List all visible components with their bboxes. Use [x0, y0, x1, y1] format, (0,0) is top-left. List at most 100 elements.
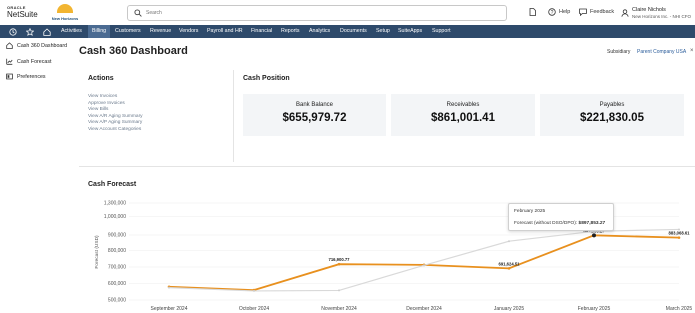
home-icon — [6, 42, 13, 49]
chart-icon — [6, 58, 13, 65]
main-navigation: Activities Billing Customers Revenue Ven… — [0, 25, 695, 38]
document-icon — [529, 8, 536, 16]
clear-subsidiary-button[interactable]: × — [690, 48, 694, 54]
x-tick-label: September 2024 — [151, 306, 188, 312]
company-logo: New Horizons — [48, 3, 82, 23]
kpi-label: Payables — [599, 102, 625, 108]
sun-icon — [57, 4, 73, 13]
kpi-value: $655,979.72 — [282, 112, 347, 124]
forecast-line — [168, 234, 680, 292]
nav-activities[interactable]: Activities — [57, 25, 86, 38]
favorites-button[interactable] — [21, 25, 38, 38]
x-tick-label: November 2024 — [321, 306, 357, 312]
nav-analytics[interactable]: Analytics — [305, 25, 334, 38]
view-invoices-link[interactable]: View Invoices — [88, 94, 117, 99]
help-button[interactable]: ? Help — [548, 8, 570, 16]
y-tick-label: 600,000 — [108, 281, 126, 287]
nav-documents[interactable]: Documents — [336, 25, 371, 38]
data-point — [678, 228, 680, 231]
data-label: 883,068.61 — [669, 231, 691, 236]
view-ap-aging-link[interactable]: View A/P Aging Summary — [88, 120, 142, 125]
nav-customers[interactable]: Customers — [111, 25, 145, 38]
tooltip-series-label: Forecast (without DSO/DPO): — [514, 221, 578, 226]
search-input[interactable] — [146, 7, 496, 19]
y-tick-label: 700,000 — [108, 265, 126, 271]
nav-support[interactable]: Support — [428, 25, 455, 38]
tooltip-series-value: $897,853.27 — [578, 221, 606, 226]
view-bills-link[interactable]: View Bills — [88, 107, 108, 112]
home-icon — [42, 27, 51, 36]
x-tick-label: March 2025 — [666, 306, 693, 312]
sidebar-item-preferences[interactable]: Preferences — [6, 73, 46, 80]
help-icon: ? — [548, 8, 556, 16]
sidebar-item-label: Cash 360 Dashboard — [17, 42, 68, 49]
user-role[interactable]: New Horizons Inc. - NHI CFO — [632, 14, 691, 19]
x-tick-label: October 2024 — [239, 306, 270, 312]
kpi-value: $861,001.41 — [431, 112, 495, 124]
nav-suiteapps[interactable]: SuiteApps — [394, 25, 426, 38]
cash-position-heading: Cash Position — [243, 75, 290, 82]
feedback-label: Feedback — [590, 9, 615, 15]
approve-invoices-link[interactable]: Approve Invoices — [88, 101, 125, 106]
help-label: Help — [559, 9, 571, 15]
subsidiary-filter[interactable]: Parent Company USA — [637, 49, 686, 55]
kpi-label: Receivables — [446, 102, 480, 108]
y-tick-label: 900,000 — [108, 233, 126, 239]
data-label: 691,624.51 — [499, 261, 521, 266]
history-icon — [8, 27, 17, 36]
cash-forecast-heading: Cash Forecast — [88, 181, 137, 188]
y-tick-label: 1,300,000 — [104, 201, 126, 207]
tooltip-value: Forecast (without DSO/DPO): $897,853.27 — [514, 221, 605, 226]
data-point — [337, 262, 341, 266]
y-tick-label: 800,000 — [108, 248, 126, 254]
feedback-button[interactable]: Feedback — [579, 8, 614, 16]
view-ar-aging-link[interactable]: View A/R Aging Summary — [88, 114, 143, 119]
nav-setup[interactable]: Setup — [372, 25, 394, 38]
settings-icon — [6, 73, 13, 80]
section-divider — [79, 166, 695, 167]
nav-revenue[interactable]: Revenue — [146, 25, 175, 38]
nav-vendors[interactable]: Vendors — [175, 25, 202, 38]
y-tick-label: 500,000 — [108, 298, 126, 304]
hover-marker — [592, 233, 596, 238]
page-title: Cash 360 Dashboard — [79, 45, 188, 57]
data-point — [507, 267, 511, 270]
nav-billing[interactable]: Billing — [88, 25, 111, 38]
recent-button[interactable] — [4, 25, 21, 38]
svg-text:?: ? — [551, 10, 554, 16]
data-point — [423, 264, 425, 267]
payables-card[interactable]: Payables $221,830.05 — [540, 94, 684, 136]
sidebar-item-label: Preferences — [17, 73, 46, 80]
user-name[interactable]: Claire Nichols — [632, 7, 666, 13]
user-icon[interactable] — [621, 9, 629, 17]
kpi-label: Bank Balance — [295, 102, 334, 108]
x-tick-label: December 2024 — [406, 306, 442, 312]
secondary-forecast-line — [168, 228, 680, 292]
data-point — [677, 236, 681, 239]
netsuite-logo[interactable]: NetSuite — [7, 10, 38, 19]
search-icon — [134, 9, 142, 17]
y-axis-label: Forecast (USD) — [94, 235, 100, 269]
x-tick-label: January 2025 — [494, 306, 525, 312]
y-tick-label: 1,000,000 — [104, 214, 126, 220]
data-point — [508, 240, 510, 243]
receivables-card[interactable]: Receivables $861,001.41 — [391, 94, 535, 136]
nav-payroll-and-hr[interactable]: Payroll and HR — [203, 25, 247, 38]
actions-heading: Actions — [88, 75, 114, 82]
company-logo-text: New Horizons — [51, 16, 79, 21]
star-icon — [25, 27, 34, 36]
nav-financial[interactable]: Financial — [247, 25, 276, 38]
bank-balance-card[interactable]: Bank Balance $655,979.72 — [243, 94, 386, 136]
sidebar-item-cash-forecast[interactable]: Cash Forecast — [6, 58, 51, 65]
recent-records-button[interactable] — [529, 8, 536, 16]
x-tick-label: February 2025 — [578, 306, 611, 312]
view-account-categories-link[interactable]: View Account Categories — [88, 127, 141, 132]
subsidiary-label: Subsidiary — [607, 49, 631, 55]
nav-reports[interactable]: Reports — [277, 25, 304, 38]
feedback-icon — [579, 8, 587, 16]
data-point — [253, 289, 255, 292]
sidebar-item-cash-360-dashboard[interactable]: Cash 360 Dashboard — [6, 42, 67, 49]
chart-tooltip: February 2025 Forecast (without DSO/DPO)… — [508, 203, 614, 231]
global-search[interactable] — [127, 5, 507, 21]
home-button[interactable] — [38, 25, 55, 38]
